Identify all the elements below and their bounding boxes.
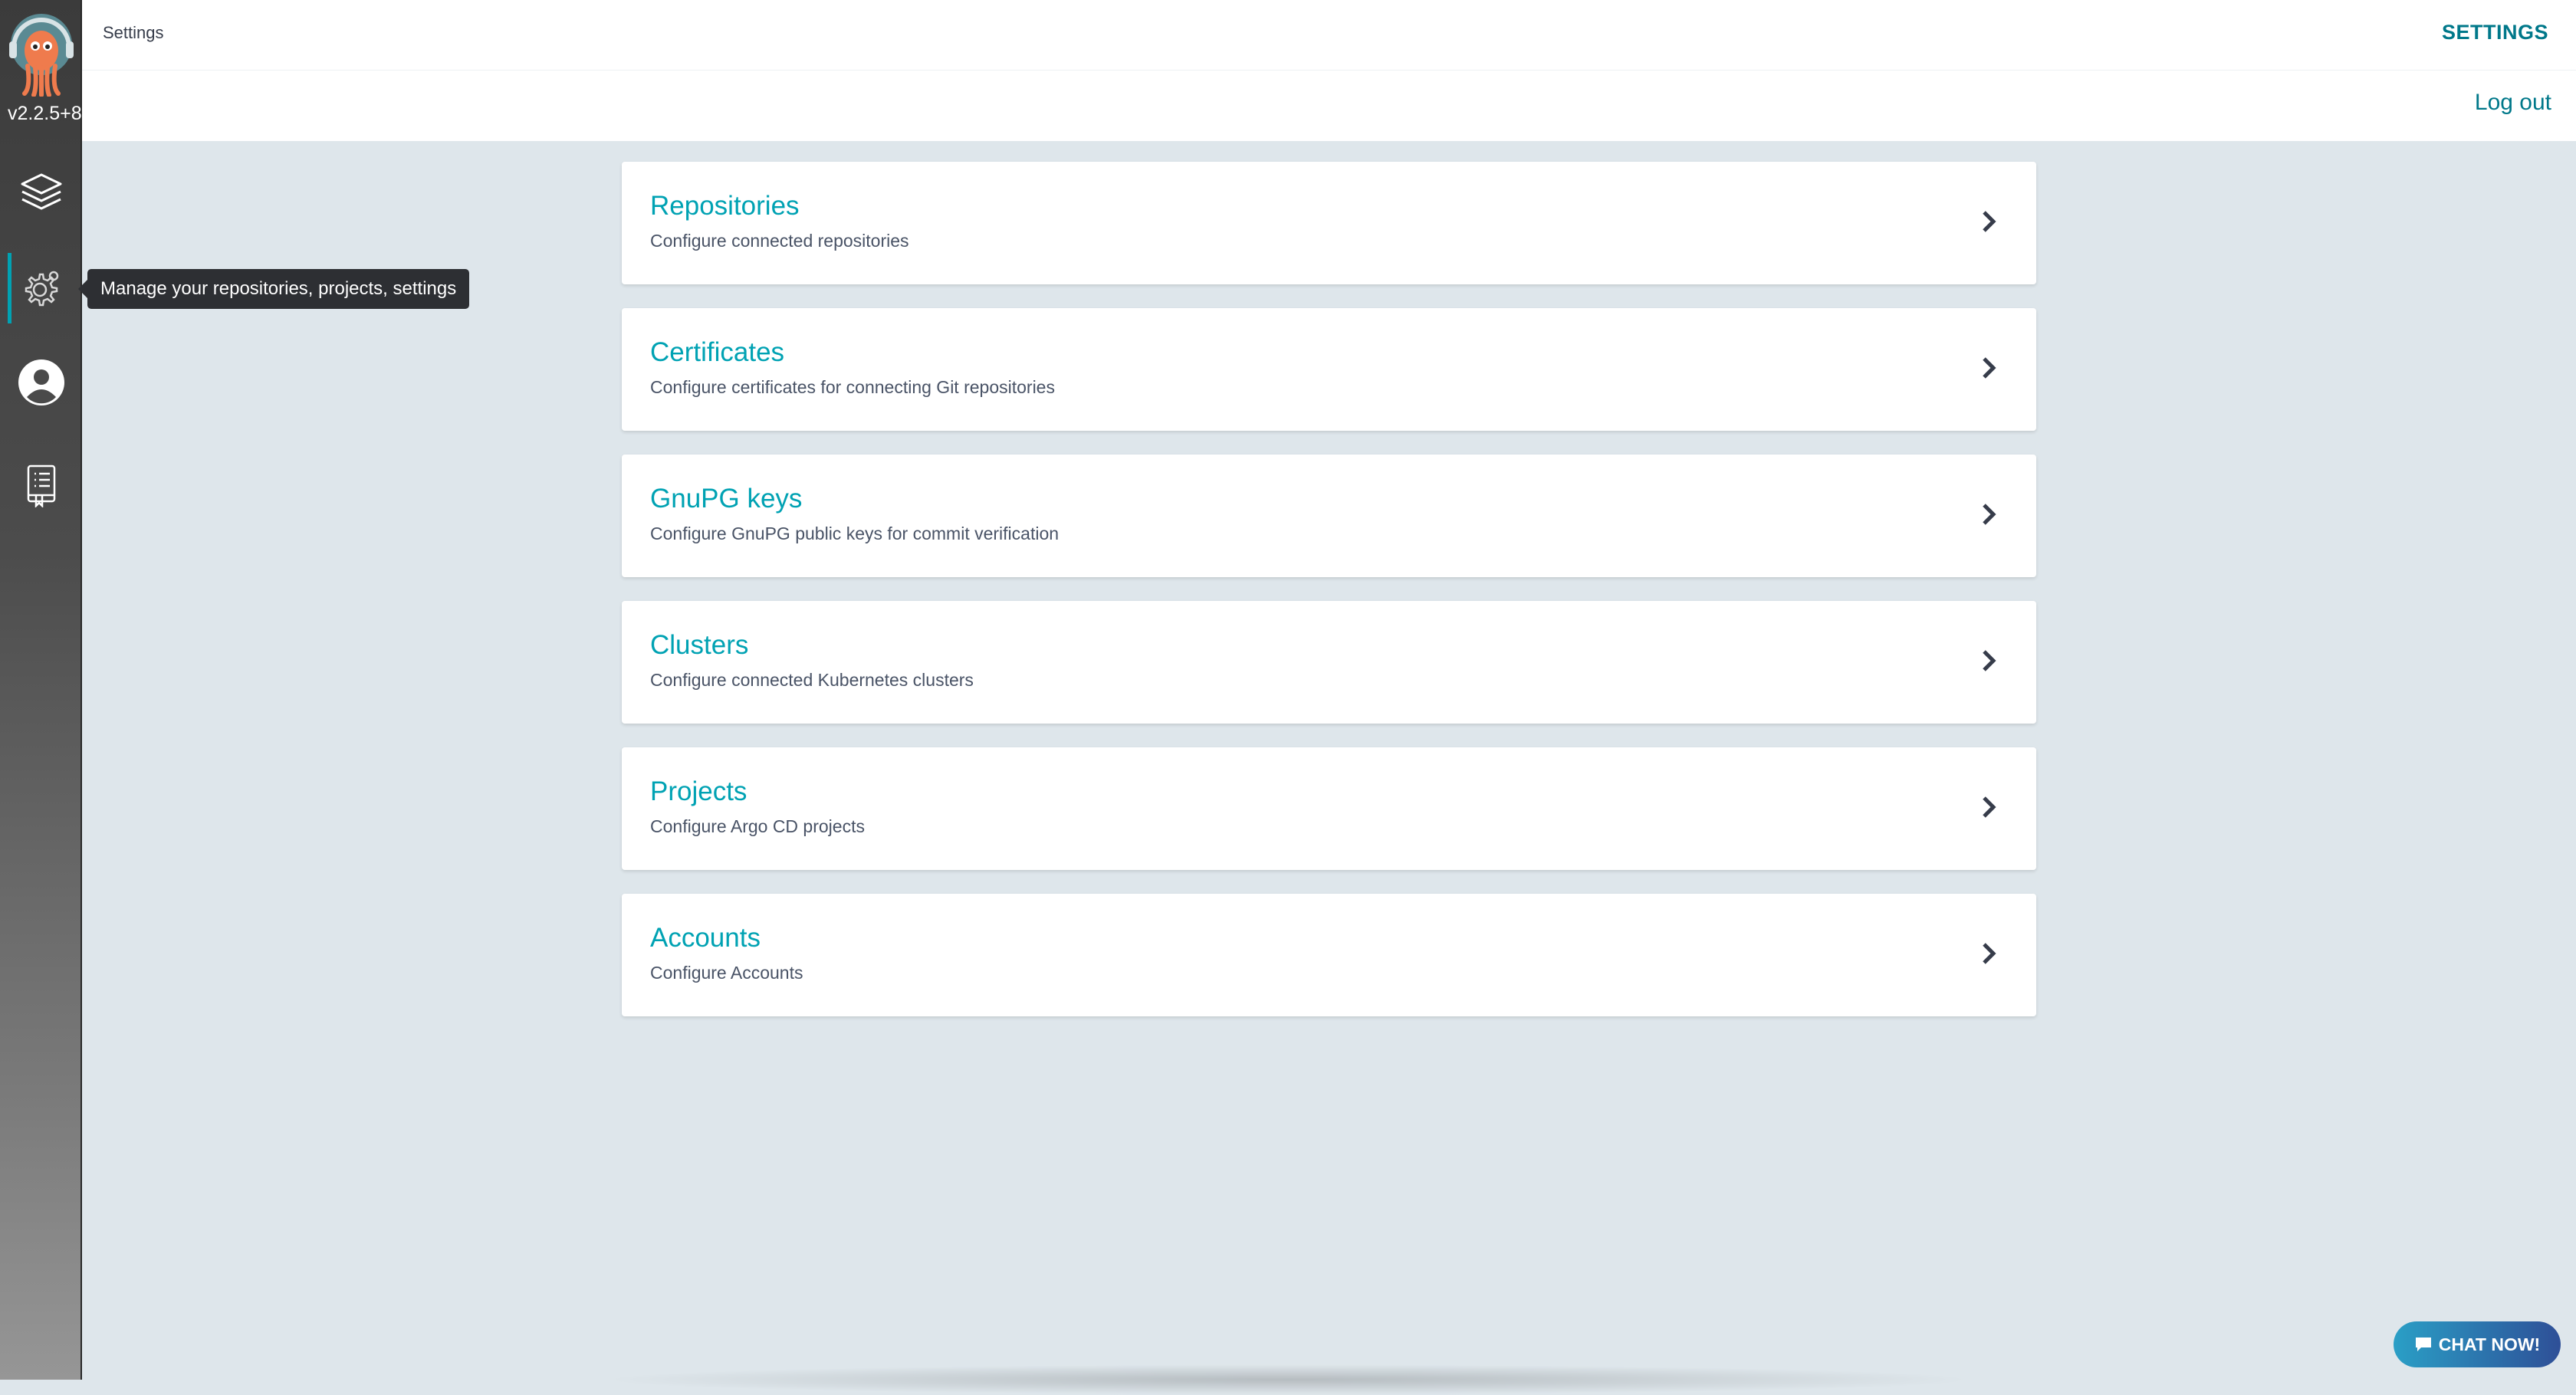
layers-icon xyxy=(21,173,61,210)
section-title: SETTINGS xyxy=(2441,21,2548,44)
version-label: v2.2.5+8 xyxy=(8,103,82,124)
chevron-right-icon xyxy=(1983,943,1996,964)
gear-icon xyxy=(25,271,58,307)
sidebar-item-user-info[interactable] xyxy=(0,356,82,409)
settings-card-projects[interactable]: Projects Configure Argo CD projects xyxy=(622,747,2036,870)
settings-card-certificates[interactable]: Certificates Configure certificates for … xyxy=(622,308,2036,431)
card-description: Configure connected Kubernetes clusters xyxy=(650,670,974,690)
page-title: Settings xyxy=(103,23,164,42)
header-divider xyxy=(82,70,2576,71)
card-title: Certificates xyxy=(650,337,785,367)
chat-bubble-icon xyxy=(2415,1338,2431,1351)
docs-icon xyxy=(27,464,55,507)
card-description: Configure Argo CD projects xyxy=(650,816,865,836)
sidebar-item-applications[interactable] xyxy=(0,166,82,219)
argo-logo[interactable] xyxy=(8,11,75,97)
top-bar: Settings SETTINGS Log out xyxy=(82,0,2576,141)
card-title: Projects xyxy=(650,776,748,806)
card-description: Configure connected repositories xyxy=(650,231,909,251)
settings-list: Repositories Configure connected reposit… xyxy=(622,162,2036,1040)
card-title: Clusters xyxy=(650,630,749,660)
card-description: Configure Accounts xyxy=(650,963,803,983)
settings-card-accounts[interactable]: Accounts Configure Accounts xyxy=(622,894,2036,1016)
chevron-right-icon xyxy=(1983,211,1996,232)
sidebar: v2.2.5+8 xyxy=(0,0,82,1380)
chevron-right-icon xyxy=(1983,357,1996,379)
card-description: Configure GnuPG public keys for commit v… xyxy=(650,524,1060,543)
settings-card-repositories[interactable]: Repositories Configure connected reposit… xyxy=(622,162,2036,284)
user-icon xyxy=(18,359,64,405)
card-title: GnuPG keys xyxy=(650,484,803,514)
settings-tooltip: Manage your repositories, projects, sett… xyxy=(77,269,470,309)
card-title: Repositories xyxy=(650,191,800,221)
bottom-shadow xyxy=(598,1364,1978,1395)
chat-label: CHAT NOW! xyxy=(2438,1334,2541,1354)
sidebar-item-docs[interactable] xyxy=(0,458,82,512)
card-description: Configure certificates for connecting Gi… xyxy=(650,377,1055,397)
logout-link[interactable]: Log out xyxy=(2475,90,2551,116)
chevron-right-icon xyxy=(1983,650,1996,671)
chat-now-button[interactable]: CHAT NOW! xyxy=(2394,1321,2561,1367)
settings-card-gnupg-keys[interactable]: GnuPG keys Configure GnuPG public keys f… xyxy=(622,455,2036,577)
settings-card-clusters[interactable]: Clusters Configure connected Kubernetes … xyxy=(622,601,2036,724)
sidebar-item-settings[interactable] xyxy=(0,253,82,323)
card-title: Accounts xyxy=(650,923,761,953)
chevron-right-icon xyxy=(1983,504,1996,525)
chevron-right-icon xyxy=(1983,796,1996,818)
